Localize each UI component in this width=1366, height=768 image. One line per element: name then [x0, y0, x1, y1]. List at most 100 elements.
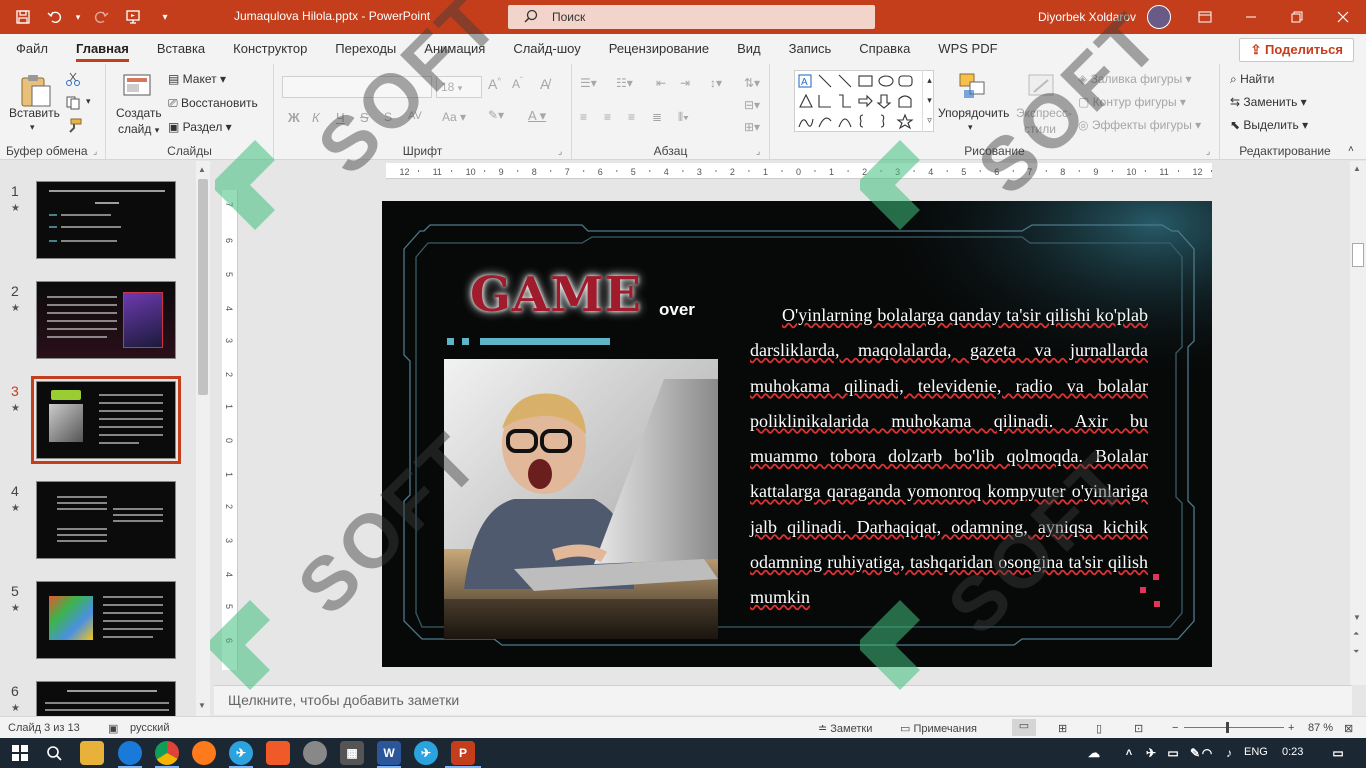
- tab-file[interactable]: Файл: [0, 34, 62, 64]
- zoom-level[interactable]: 87 %: [1308, 722, 1333, 734]
- slideshow-view-icon[interactable]: ⊡: [1134, 722, 1143, 735]
- clipboard-launcher-icon[interactable]: ⌟: [93, 146, 97, 157]
- collapse-ribbon-icon[interactable]: ˄: [1348, 144, 1354, 155]
- grow-font-icon[interactable]: A^: [488, 76, 501, 92]
- zoom-out-icon[interactable]: −: [1172, 722, 1178, 734]
- tab-animations[interactable]: Анимация: [410, 34, 499, 64]
- cut-icon[interactable]: [66, 72, 80, 89]
- user-name[interactable]: Diyorbek Xoldarov: [1038, 10, 1136, 24]
- taskbar-search-icon[interactable]: [42, 741, 66, 765]
- tab-view[interactable]: Вид: [723, 34, 775, 64]
- align-text-icon[interactable]: ⊟▾: [744, 98, 760, 112]
- firefox-icon[interactable]: [192, 741, 216, 765]
- thumbnails-scrollbar[interactable]: ▲ ▼: [196, 161, 210, 716]
- tab-review[interactable]: Рецензирование: [595, 34, 723, 64]
- clear-formatting-icon[interactable]: A̸: [540, 76, 549, 92]
- scroll-up-arrow-icon[interactable]: ▲: [198, 165, 206, 174]
- text-direction-icon[interactable]: ⇅▾: [744, 76, 760, 90]
- thumbnail-slide-1[interactable]: 1 ★: [0, 181, 200, 265]
- telegram-icon[interactable]: ✈: [229, 741, 253, 765]
- select-button[interactable]: ⬉ Выделить ▾: [1230, 118, 1308, 132]
- brave-browser-icon[interactable]: [266, 741, 290, 765]
- restore-icon[interactable]: [1274, 0, 1320, 34]
- justify-icon[interactable]: ≣: [652, 110, 662, 124]
- fit-to-window-icon[interactable]: ⊠: [1344, 722, 1353, 735]
- next-slide-icon[interactable]: ⏷: [1353, 647, 1359, 657]
- editor-scrollbar[interactable]: ▲ ▼ ⏶ ⏷: [1350, 161, 1366, 685]
- boy-at-laptop-photo[interactable]: [444, 359, 718, 639]
- scroll-up-arrow-icon[interactable]: ▲: [1353, 164, 1361, 173]
- telegram-tray-icon[interactable]: ✈: [1142, 741, 1160, 765]
- line-spacing-icon[interactable]: ↕▾: [710, 76, 722, 90]
- weather-icon[interactable]: ☁: [1080, 741, 1108, 765]
- shape-effects-button[interactable]: ◎ Эффекты фигуры ▾: [1078, 118, 1201, 132]
- tab-record[interactable]: Запись: [775, 34, 846, 64]
- zoom-in-icon[interactable]: +: [1288, 722, 1294, 734]
- arrange-dropdown-icon[interactable]: ▾: [968, 122, 973, 133]
- tab-insert[interactable]: Вставка: [143, 34, 219, 64]
- quick-styles-button-line2[interactable]: стили: [1024, 122, 1056, 136]
- paragraph-launcher-icon[interactable]: ⌟: [756, 146, 760, 157]
- close-icon[interactable]: [1320, 0, 1366, 34]
- copy-dropdown-icon[interactable]: ▾: [86, 96, 91, 107]
- tab-wps-pdf[interactable]: WPS PDF: [924, 34, 1011, 64]
- tab-home[interactable]: Главная: [62, 34, 143, 64]
- comments-toggle-button[interactable]: ▭ Примечания: [900, 722, 977, 735]
- reading-view-icon[interactable]: ▯: [1096, 722, 1102, 735]
- shape-outline-button[interactable]: ▢ Контур фигуры ▾: [1078, 95, 1186, 109]
- notes-toggle-button[interactable]: ≐ Заметки: [818, 722, 872, 735]
- new-slide-icon[interactable]: [122, 72, 154, 105]
- normal-view-icon[interactable]: ▭: [1012, 719, 1036, 736]
- new-slide-button-line2[interactable]: слайд ▾: [118, 122, 159, 136]
- search-box[interactable]: Поиск: [508, 5, 875, 29]
- thumbnail-slide-6[interactable]: 6 ★: [0, 681, 200, 716]
- tab-slideshow[interactable]: Слайд-шоу: [499, 34, 594, 64]
- arrange-button[interactable]: Упорядочить: [938, 106, 1009, 120]
- shape-fill-button[interactable]: ◈ Заливка фигуры ▾: [1078, 72, 1192, 86]
- underline-button[interactable]: Ч: [336, 110, 345, 125]
- telegram-desktop-icon[interactable]: ✈: [414, 741, 438, 765]
- quick-styles-button[interactable]: Экспресс-: [1016, 106, 1072, 120]
- wifi-icon[interactable]: ◠: [1198, 741, 1216, 765]
- tab-design[interactable]: Конструктор: [219, 34, 321, 64]
- columns-icon[interactable]: ⫴▾: [678, 110, 689, 125]
- save-icon[interactable]: [8, 2, 38, 32]
- quick-styles-icon[interactable]: [1026, 72, 1056, 105]
- shapes-gallery[interactable]: A: [794, 70, 934, 132]
- decrease-indent-icon[interactable]: ⇤: [656, 76, 666, 90]
- replace-button[interactable]: ⇆ Заменить ▾: [1230, 95, 1307, 109]
- increase-indent-icon[interactable]: ⇥: [680, 76, 690, 90]
- customize-qat-icon[interactable]: ▾: [150, 2, 180, 32]
- font-color-icon[interactable]: A ▾: [528, 108, 546, 124]
- thumbnails-scroll-thumb[interactable]: [198, 179, 208, 395]
- align-left-icon[interactable]: ≡: [580, 110, 587, 124]
- slide-title-game[interactable]: GAME: [470, 267, 642, 323]
- present-from-start-icon[interactable]: [118, 2, 148, 32]
- notifications-icon[interactable]: ▭: [1328, 741, 1348, 765]
- copy-icon[interactable]: [66, 96, 82, 113]
- file-explorer-icon[interactable]: [80, 741, 104, 765]
- spellcheck-icon[interactable]: ▣: [108, 722, 118, 735]
- find-button[interactable]: ⌕ Найти: [1230, 72, 1274, 87]
- section-button[interactable]: ▣ Раздел ▾: [168, 120, 232, 134]
- paste-button[interactable]: Вставить: [9, 106, 60, 120]
- reset-button[interactable]: ⎚ Восстановить: [168, 96, 258, 111]
- smartart-icon[interactable]: ⊞▾: [744, 120, 760, 134]
- numbering-icon[interactable]: ☷▾: [616, 76, 633, 90]
- editor-scroll-thumb[interactable]: [1352, 243, 1364, 267]
- undo-dropdown-icon[interactable]: ▾: [72, 2, 84, 32]
- undo-icon[interactable]: [40, 2, 70, 32]
- chrome-icon[interactable]: [155, 741, 179, 765]
- zoom-slider-track[interactable]: [1184, 727, 1284, 728]
- shapes-gallery-scroll[interactable]: ▴ ▾ ▿: [922, 70, 936, 132]
- slide-sorter-view-icon[interactable]: ⊞: [1058, 722, 1067, 735]
- character-spacing-icon[interactable]: AV: [408, 110, 422, 122]
- battery-icon[interactable]: ▭: [1164, 741, 1182, 765]
- arrange-icon[interactable]: [958, 72, 988, 105]
- show-hidden-icons-icon[interactable]: ˄: [1120, 741, 1138, 765]
- previous-slide-icon[interactable]: ⏶: [1353, 629, 1359, 639]
- word-icon[interactable]: W: [377, 741, 401, 765]
- minimize-icon[interactable]: [1228, 0, 1274, 34]
- language-indicator[interactable]: русский: [130, 722, 169, 734]
- avatar[interactable]: [1147, 5, 1171, 29]
